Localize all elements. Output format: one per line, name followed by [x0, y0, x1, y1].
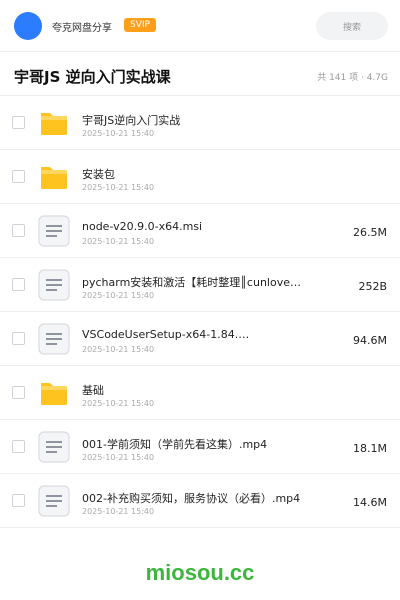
file-name[interactable]: node-v20.9.0-x64.msi — [82, 220, 307, 233]
document-icon — [38, 269, 70, 301]
avatar[interactable] — [14, 12, 42, 40]
row-checkbox[interactable] — [12, 386, 25, 399]
file-row[interactable]: 001-学前须知（学前先看这集）.mp4 2025-10-21 15:40 18.1… — [0, 420, 400, 474]
folder-icon — [38, 107, 70, 139]
file-name[interactable]: 宇哥JS逆向入门实战 — [82, 112, 307, 128]
file-name[interactable]: 基础 — [82, 382, 307, 398]
title-row: 宇哥JS 逆向入门实战课 共 141 项 · 4.7G — [0, 52, 400, 96]
item-count-size: 共 141 项 · 4.7G — [317, 73, 388, 83]
row-checkbox[interactable] — [12, 332, 25, 345]
document-icon — [38, 485, 70, 517]
file-date: 2025-10-21 15:40 — [82, 399, 155, 408]
file-name[interactable]: 安装包 — [82, 166, 307, 182]
file-name[interactable]: 001-学前须知（学前先看这集）.mp4 — [82, 436, 307, 452]
file-name[interactable]: pycharm安装和激活【耗时整理║cunlove… — [82, 274, 307, 290]
watermark: miosou.cc — [145, 560, 255, 585]
document-icon — [38, 431, 70, 463]
document-icon — [38, 323, 70, 355]
row-checkbox[interactable] — [12, 494, 25, 507]
row-checkbox[interactable] — [12, 224, 25, 237]
row-checkbox[interactable] — [12, 116, 25, 129]
file-list: 宇哥JS逆向入门实战 2025-10-21 15:40 安装包 2025-10-21 … — [0, 96, 400, 528]
row-checkbox[interactable] — [12, 170, 25, 183]
svip-badge: SVIP — [124, 18, 156, 32]
file-row[interactable]: 基础 2025-10-21 15:40 — [0, 366, 400, 420]
row-checkbox[interactable] — [12, 278, 25, 291]
file-date: 2025-10-21 15:40 — [82, 183, 155, 192]
folder-icon — [38, 161, 70, 193]
file-date: 2025-10-21 15:40 — [82, 345, 155, 354]
row-checkbox[interactable] — [12, 440, 25, 453]
file-name[interactable]: VSCodeUserSetup-x64-1.84.… — [82, 328, 307, 341]
file-size: 14.6M — [353, 496, 387, 509]
top-bar: 夸克网盘分享 SVIP 搜索 — [0, 0, 400, 52]
file-date: 2025-10-21 15:40 — [82, 129, 155, 138]
file-size: 18.1M — [353, 442, 387, 455]
file-size: 252B — [358, 280, 387, 293]
file-row[interactable]: 002-补充购买须知，服务协议（必看）.mp4 2025-10-21 15:40 1… — [0, 474, 400, 528]
page-title: 宇哥JS 逆向入门实战课 — [14, 68, 171, 86]
search-button[interactable]: 搜索 — [316, 12, 388, 40]
file-row[interactable]: 安装包 2025-10-21 15:40 — [0, 150, 400, 204]
file-date: 2025-10-21 15:40 — [82, 291, 155, 300]
file-size: 94.6M — [353, 334, 387, 347]
file-row[interactable]: 宇哥JS逆向入门实战 2025-10-21 15:40 — [0, 96, 400, 150]
file-row[interactable]: node-v20.9.0-x64.msi 2025-10-21 15:40 26.5… — [0, 204, 400, 258]
file-size: 26.5M — [353, 226, 387, 239]
file-row[interactable]: VSCodeUserSetup-x64-1.84.… 2025-10-21 15:… — [0, 312, 400, 366]
file-date: 2025-10-21 15:40 — [82, 507, 155, 516]
file-row[interactable]: pycharm安装和激活【耗时整理║cunlove… 2025-10-21 15:… — [0, 258, 400, 312]
file-name[interactable]: 002-补充购买须知，服务协议（必看）.mp4 — [82, 490, 307, 506]
file-date: 2025-10-21 15:40 — [82, 237, 155, 246]
document-icon — [38, 215, 70, 247]
folder-icon — [38, 377, 70, 409]
file-date: 2025-10-21 15:40 — [82, 453, 155, 462]
brand-name: 夸克网盘分享 — [52, 23, 112, 34]
